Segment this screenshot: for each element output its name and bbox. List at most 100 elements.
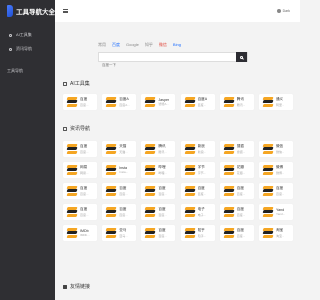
site-card[interactable]: 百度 百度... (102, 183, 137, 199)
tab-google[interactable]: Google (126, 42, 139, 48)
site-card[interactable]: 百度 百度... (141, 225, 176, 241)
stacked-bars-icon (262, 228, 274, 238)
site-card[interactable]: 通义 阿里... (258, 94, 293, 110)
stacked-bars-icon (184, 186, 196, 196)
stacked-bars-icon (223, 165, 235, 175)
sidebar-item-ai-tools[interactable]: AI工具集 (0, 31, 55, 39)
stacked-bars-icon (66, 144, 78, 154)
site-card[interactable]: 微信 微信... (258, 141, 293, 157)
site-name: 腾讯 (236, 97, 244, 102)
sidebar: 工具导航大全 AI工具集 资讯导航 工具导航 (0, 0, 55, 300)
square-icon (63, 81, 67, 86)
site-card[interactable]: Jasper 智能A... (141, 94, 176, 110)
site-card[interactable]: 百度 百度... (63, 183, 97, 199)
site-card[interactable]: 知乎 知乎... (180, 225, 215, 241)
search-button[interactable] (236, 52, 247, 63)
stacked-bars-icon (144, 186, 156, 196)
site-card[interactable]: Yand Yand... (258, 204, 293, 220)
brand[interactable]: 工具导航大全 (0, 0, 55, 22)
site-description: 哔哩... (158, 170, 167, 175)
site-card[interactable]: 百度 百度... (102, 204, 137, 220)
theme-toggle[interactable]: Dark (276, 9, 290, 13)
site-description: Yand... (275, 212, 286, 217)
site-card[interactable]: 新浪 新浪... (180, 141, 215, 157)
site-card[interactable]: 百度 百度... (63, 204, 97, 220)
stacked-bars-icon (144, 207, 156, 217)
search-tabs: 常用 百度 Google 知乎 微信 Bing (98, 42, 187, 48)
site-name: 百度 (197, 186, 205, 191)
site-card[interactable]: 花瓣 花瓣... (219, 162, 254, 178)
site-card[interactable]: 亚马 亚马... (102, 225, 137, 241)
site-description: 百度... (119, 191, 128, 196)
site-description: IMDb... (80, 233, 90, 238)
search-input[interactable] (99, 60, 229, 70)
site-card[interactable]: 百度 百度... (258, 183, 293, 199)
theme-label: Dark (282, 9, 290, 13)
site-card[interactable]: 百度 百度... (219, 225, 254, 241)
site-name: 新浪 (197, 144, 205, 149)
stacked-bars-icon (105, 228, 117, 238)
site-description: 亚马... (119, 233, 128, 238)
stacked-bars-icon (184, 207, 196, 217)
site-card[interactable]: 腾讯 腾讯... (141, 141, 176, 157)
site-name: 腾讯 (158, 144, 166, 149)
site-card[interactable]: 淘宝 淘宝... (258, 225, 293, 241)
tab-bing[interactable]: Bing (173, 42, 181, 48)
site-card[interactable]: 字节 字节... (180, 162, 215, 178)
site-card[interactable]: 百度 百度... (180, 183, 215, 199)
tab-zhihu[interactable]: 知乎 (145, 42, 153, 48)
site-card[interactable]: 百度 百度... (141, 204, 176, 220)
site-card[interactable]: 电子 电子... (180, 204, 215, 220)
site-name: 百度 (80, 207, 88, 212)
site-card[interactable]: 百度 百度... (141, 183, 176, 199)
tab-common[interactable]: 常用 (98, 42, 106, 48)
site-card[interactable]: 腾讯 腾讯... (219, 94, 254, 110)
site-description: 百度... (275, 191, 285, 196)
site-card[interactable]: 百度 百度... (219, 204, 254, 220)
menu-icon[interactable] (63, 9, 68, 13)
tab-wechat[interactable]: 微信 (159, 42, 167, 48)
site-card[interactable]: 搜狐 搜狐... (219, 141, 254, 157)
site-description: 百度... (158, 191, 167, 196)
stacked-bars-icon (223, 207, 235, 217)
stacked-bars-icon (223, 144, 235, 154)
site-name: 百度A (197, 97, 208, 102)
site-description: 知乎... (197, 233, 207, 238)
stacked-bars-icon (262, 144, 274, 154)
sidebar-item-tools[interactable]: 工具导航 (0, 67, 55, 75)
stacked-bars-icon (262, 165, 274, 175)
tab-baidu[interactable]: 百度 (112, 42, 120, 48)
site-description: 腾讯... (158, 149, 167, 154)
site-description: 阿里... (275, 102, 285, 107)
main-content: 常用 百度 Google 知乎 微信 Bing AI工具集 百度百度...百度A… (55, 22, 300, 300)
stacked-bars-icon (223, 97, 235, 107)
sidebar-item-news[interactable]: 资讯导航 (0, 45, 55, 53)
site-name: 百度 (80, 186, 88, 191)
stacked-bars-icon (144, 97, 156, 107)
site-name: 电子 (197, 207, 205, 212)
site-description: 网易... (80, 170, 89, 175)
site-card[interactable]: IMDb IMDb... (63, 225, 97, 241)
sidebar-item-label: 工具导航 (7, 68, 23, 73)
stacked-bars-icon (184, 97, 196, 107)
site-card[interactable]: 哔哩 哔哩... (141, 162, 176, 178)
site-card[interactable]: 百度 百度... (63, 141, 97, 157)
stacked-bars-icon (105, 207, 117, 217)
site-name: 哔哩 (158, 165, 166, 170)
site-name: Yand (275, 207, 285, 212)
site-card[interactable]: 百度 百度... (63, 94, 97, 110)
site-name: 百度 (80, 97, 88, 102)
site-description: 百度... (80, 191, 89, 196)
site-card[interactable]: 网易 网易... (63, 162, 97, 178)
site-description: 百度... (236, 212, 246, 217)
site-card[interactable]: 百度A 百度... (180, 94, 215, 110)
site-card[interactable]: 微博 微博... (258, 162, 293, 178)
section-label: 友情链接 (70, 284, 91, 290)
site-description: 搜狐... (236, 149, 246, 154)
site-description: 百度... (80, 212, 89, 217)
site-card[interactable]: 天猫 天猫... (102, 141, 137, 157)
site-card[interactable]: 百度A 百度A... (102, 94, 137, 110)
site-card[interactable]: Insta Insta... (102, 162, 137, 178)
site-card[interactable]: 百度 百度... (219, 183, 254, 199)
stacked-bars-icon (66, 97, 78, 107)
